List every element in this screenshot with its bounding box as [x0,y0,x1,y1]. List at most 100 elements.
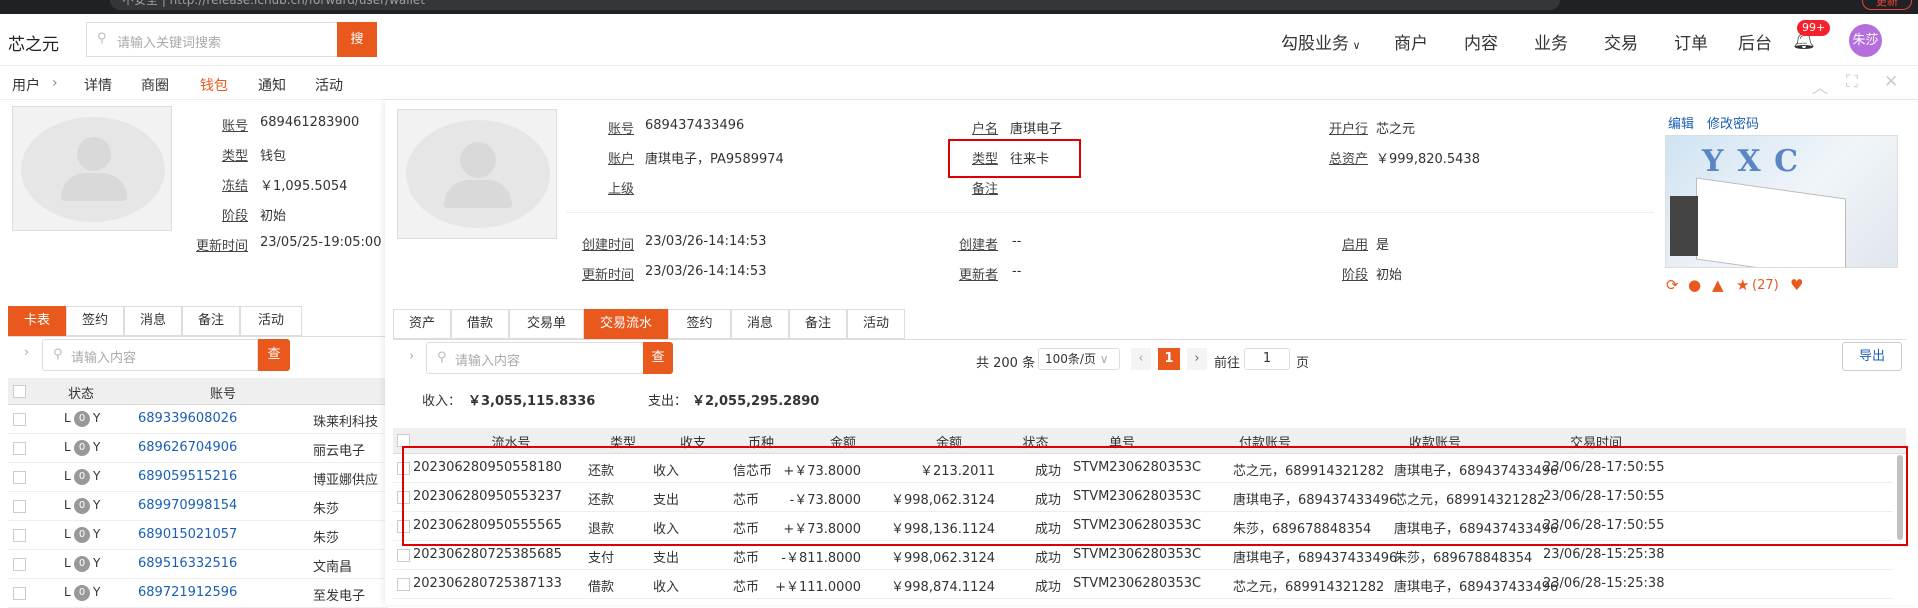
comment-icon[interactable]: ● [1688,276,1701,294]
nav-gougu[interactable]: 勾股业务 ∨ [1281,29,1361,54]
nav-content[interactable]: 内容 [1464,29,1498,54]
value-creator: -- [1012,234,1022,249]
txn-row[interactable]: 202306280725387133 借款 收入 芯币 +￥111.0000 ￥998,8… [393,570,1893,599]
avatar[interactable]: 朱莎 [1849,24,1882,57]
value-enabled: 是 [1376,238,1390,253]
collapse-icon[interactable]: ︿ [1812,74,1828,98]
tab-activity[interactable]: 活动 [240,306,302,336]
account-link[interactable]: 689015021057 [138,527,237,542]
update-button[interactable]: 更新 [1862,0,1912,10]
nav-order[interactable]: 订单 [1674,29,1708,54]
close-icon[interactable]: ✕ [1884,72,1898,92]
left-search-input[interactable]: ⚲ 请输入内容 [42,339,258,371]
search-input[interactable]: ⚲ 请输入关键词搜索 [86,22,338,57]
status-toggle[interactable]: 0 [74,498,90,514]
row-checkbox[interactable] [13,500,26,513]
next-page-button[interactable]: › [1187,348,1207,370]
account-link[interactable]: 689516332516 [138,556,237,571]
refresh-icon[interactable]: ⟳ [1666,276,1679,294]
status-toggle[interactable]: 0 [74,469,90,485]
row-checkbox[interactable] [397,578,410,591]
account-link[interactable]: 689626704906 [138,440,237,455]
status-toggle[interactable]: 0 [74,440,90,456]
tab-card-table[interactable]: 卡表 [8,306,66,336]
nav-trade[interactable]: 交易 [1604,29,1638,54]
row-checkbox[interactable] [13,558,26,571]
crumb-wallet[interactable]: 钱包 [200,75,228,95]
status-toggle[interactable]: 0 [74,585,90,601]
toggle-right-label: Y [93,469,101,483]
row-checkbox[interactable] [13,442,26,455]
table-row[interactable]: L 0 Y 689059515216 博亚娜供应 [8,463,388,492]
row-checkbox[interactable] [13,529,26,542]
tab-transactions[interactable]: 交易流水 [584,309,668,339]
account-link[interactable]: 689721912596 [138,585,237,600]
edit-link[interactable]: 编辑 [1668,113,1694,132]
crumb-circle[interactable]: 商圈 [141,75,169,95]
row-checkbox[interactable] [13,471,26,484]
nav-merchant[interactable]: 商户 [1394,29,1428,54]
goto-page-input[interactable]: 1 [1244,348,1290,370]
crumb-notice[interactable]: 通知 [258,75,286,95]
tab-trade-order[interactable]: 交易单 [509,309,584,339]
income-label: 收入： [422,394,462,409]
crumb-detail[interactable]: 详情 [84,75,112,95]
nav-backend[interactable]: 后台 [1738,29,1772,54]
heart-icon[interactable]: ♥ [1790,276,1803,294]
tab-message[interactable]: 消息 [731,309,789,339]
tab-contract[interactable]: 签约 [668,309,731,339]
account-link[interactable]: 689059515216 [138,469,237,484]
thumbs-up-icon[interactable]: ▲ [1712,276,1724,294]
row-checkbox[interactable] [13,413,26,426]
table-row[interactable]: L 0 Y 689626704906 丽云电子 [8,434,388,463]
status-toggle[interactable]: 0 [74,411,90,427]
breadcrumb: 用户 › 详情 商圈 钱包 通知 活动 ︿ ⛶ ✕ [0,66,1918,100]
crumb-user[interactable]: 用户 [12,75,40,95]
toggle-right-label: Y [93,556,101,570]
value-name: 唐琪电子 [1010,122,1063,137]
account-link[interactable]: 689970998154 [138,498,237,513]
page-size-select[interactable]: 100条/页 ∨ [1038,348,1120,370]
table-scrollbar[interactable] [1897,455,1903,540]
nav-business[interactable]: 业务 [1534,29,1568,54]
status-toggle[interactable]: 0 [74,556,90,572]
tab-assets[interactable]: 资产 [393,309,451,339]
search-button[interactable]: 搜 [337,22,377,57]
chevron-right-icon[interactable]: › [24,345,29,360]
prev-page-button[interactable]: ‹ [1131,348,1151,370]
toggle-left-label: L [64,527,71,541]
address-bar[interactable]: 不安全 | http://release.ichub.cn/forward/us… [110,0,1560,10]
toggle-left-label: L [64,440,71,454]
toggle-right-label: Y [93,498,101,512]
status-toggle[interactable]: 0 [74,527,90,543]
page-1-button[interactable]: 1 [1158,348,1180,370]
product-chip [1670,196,1698,256]
fullscreen-icon[interactable]: ⛶ [1846,72,1858,92]
panel-search-button[interactable]: 查 [643,342,673,374]
table-row[interactable]: L 0 Y 689015021057 朱莎 [8,521,388,550]
star-icon[interactable]: ★ [1736,276,1749,294]
row-checkbox[interactable] [13,587,26,600]
change-password-link[interactable]: 修改密码 [1707,113,1759,132]
tab-activity[interactable]: 活动 [847,309,905,339]
tab-loan[interactable]: 借款 [451,309,509,339]
table-row[interactable]: L 0 Y 689339608026 珠莱利科技 [8,405,388,434]
left-search-button[interactable]: 查 [258,339,290,371]
table-row[interactable]: L 0 Y 689970998154 朱莎 [8,492,388,521]
toggle-left-label: L [64,411,71,425]
chevron-right-icon[interactable]: › [409,349,414,364]
account-link[interactable]: 689339608026 [138,411,237,426]
tab-message[interactable]: 消息 [124,306,182,336]
tab-contract[interactable]: 签约 [66,306,124,336]
txn-cell: 23/06/28-15:25:38 [1543,576,1665,591]
panel-search-input[interactable]: ⚲ 请输入内容 [426,342,644,374]
crumb-activity[interactable]: 活动 [315,75,343,95]
label-updated: 更新时间 [581,268,634,283]
row-checkbox[interactable] [397,549,410,562]
tab-note[interactable]: 备注 [182,306,240,336]
tab-note[interactable]: 备注 [789,309,847,339]
export-button[interactable]: 导出 [1842,342,1902,371]
table-row[interactable]: L 0 Y 689516332516 文南昌 [8,550,388,579]
table-row[interactable]: L 0 Y 689721912596 至发电子 [8,579,388,608]
select-all-checkbox[interactable] [13,385,26,398]
